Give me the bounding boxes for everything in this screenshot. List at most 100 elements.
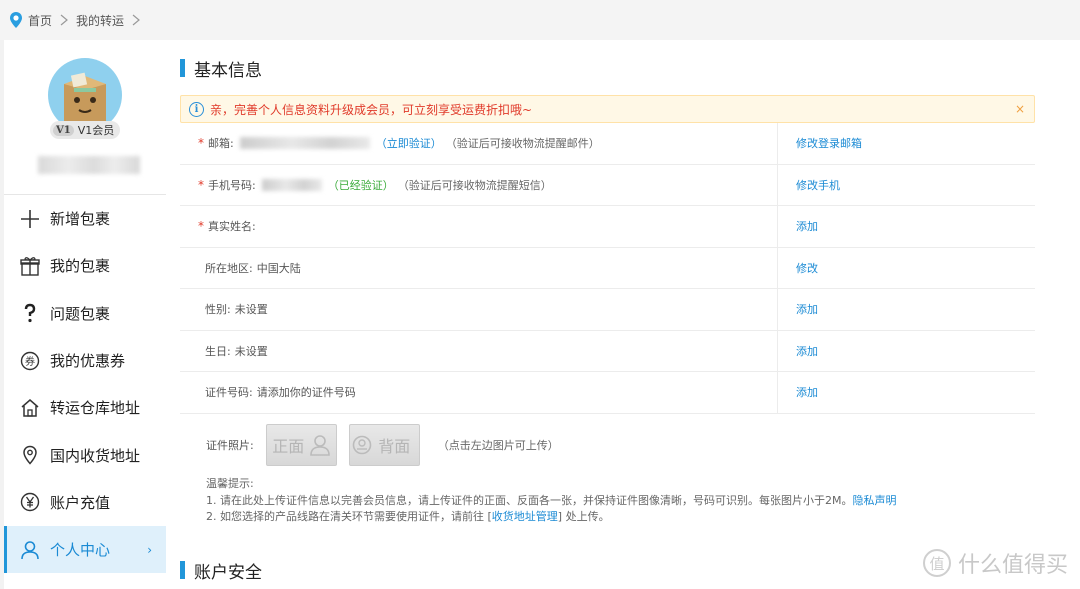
section-title-text: 账户安全 xyxy=(194,562,262,583)
edit-email-link[interactable]: 修改登录邮箱 xyxy=(778,135,862,151)
upgrade-notice: i 亲，完善个人信息资料升级成会员，可立刻享受运费折扣哦~ × xyxy=(180,95,1035,123)
info-row-gender: 性别: 未设置 添加 xyxy=(180,289,1035,331)
sidebar-item-label: 我的优惠券 xyxy=(50,352,126,371)
sidebar-item-label: 转运仓库地址 xyxy=(50,399,141,418)
chevron-right-icon: › xyxy=(147,543,152,558)
svg-text:券: 券 xyxy=(25,355,35,368)
sidebar-item-coupons[interactable]: 券 我的优惠券 xyxy=(4,337,166,384)
sidebar-item-my-packages[interactable]: 我的包裹 xyxy=(4,242,166,289)
required-mark: * xyxy=(198,136,204,151)
sidebar-item-label: 账户充值 xyxy=(50,493,111,512)
section-title-account-security: 账户安全 xyxy=(180,560,262,583)
section-title-basic-info: 基本信息 xyxy=(180,58,262,81)
email-redacted xyxy=(239,137,370,150)
close-icon[interactable]: × xyxy=(1015,102,1025,116)
verify-now-link[interactable]: （立即验证） xyxy=(376,135,442,151)
field-hint: （验证后可接收物流提醒邮件） xyxy=(445,137,600,151)
field-value: 中国大陆 xyxy=(256,261,301,275)
emblem-icon xyxy=(352,435,372,455)
watermark: 值 什么值得买 xyxy=(922,547,1068,579)
add-real-name-link[interactable]: 添加 xyxy=(778,218,818,234)
chevron-right-icon xyxy=(132,14,140,26)
user-silhouette-icon xyxy=(310,435,331,456)
tips-title: 温馨提示: xyxy=(206,477,254,490)
field-label: 所在地区: xyxy=(205,261,253,275)
field-label: 证件号码: xyxy=(205,386,253,400)
id-back-label: 背面 xyxy=(378,437,411,456)
section-title-text: 基本信息 xyxy=(194,60,262,81)
sidebar-item-label: 国内收货地址 xyxy=(50,446,141,465)
info-row-phone: * 手机号码: （已经验证） （验证后可接收物流提醒短信） 修改手机 xyxy=(180,164,1035,206)
field-label: 手机号码: xyxy=(208,178,256,192)
breadcrumb: 首页 我的转运 xyxy=(0,0,1080,40)
field-label: 真实姓名: xyxy=(208,220,256,234)
username-redacted xyxy=(38,156,140,174)
edit-region-link[interactable]: 修改 xyxy=(778,260,818,276)
section-accent-bar xyxy=(180,59,185,77)
svg-text:值: 值 xyxy=(929,555,944,573)
level-icon: V1 xyxy=(53,124,74,136)
location-pin-icon xyxy=(20,445,40,465)
phone-redacted xyxy=(261,178,322,191)
tips-block: 温馨提示: 1. 请在此处上传证件信息以完善会员信息，请上传证件的正面、反面各一… xyxy=(206,476,896,526)
breadcrumb-current[interactable]: 我的转运 xyxy=(76,12,124,29)
tips-line-2: 2. 如您选择的产品线路在清关环节需要使用证件，请前往 [收货地址管理] 处上传… xyxy=(206,509,896,526)
field-value: 请添加你的证件号码 xyxy=(256,386,356,400)
profile-card: V1 V1会员 xyxy=(4,40,166,195)
add-birthday-link[interactable]: 添加 xyxy=(778,343,818,359)
info-row-real-name: * 真实姓名: 添加 xyxy=(180,206,1035,248)
sidebar-item-warehouse-address[interactable]: 转运仓库地址 xyxy=(4,384,166,431)
info-row-region: 所在地区: 中国大陆 修改 xyxy=(180,247,1035,289)
tips-line-1-text: 1. 请在此处上传证件信息以完善会员信息，请上传证件的正面、反面各一张，并保持证… xyxy=(206,493,853,507)
id-back-upload[interactable]: 背面 xyxy=(348,424,420,466)
plus-icon xyxy=(20,209,40,229)
info-row-birthday: 生日: 未设置 添加 xyxy=(180,330,1035,372)
notice-text: 亲，完善个人信息资料升级成会员，可立刻享受运费折扣哦~ xyxy=(210,102,533,117)
sidebar-item-label: 新增包裹 xyxy=(50,210,111,229)
watermark-text: 什么值得买 xyxy=(957,553,1068,578)
info-icon: i xyxy=(189,101,204,117)
sidebar-item-add-package[interactable]: 新增包裹 xyxy=(4,195,166,242)
privacy-statement-link[interactable]: 隐私声明 xyxy=(852,494,896,507)
add-gender-link[interactable]: 添加 xyxy=(778,301,818,317)
watermark-logo-icon: 值 xyxy=(922,549,951,577)
required-mark: * xyxy=(198,177,204,192)
chevron-right-icon xyxy=(60,14,68,26)
required-mark: * xyxy=(198,219,204,234)
user-icon xyxy=(20,540,40,560)
gift-box-icon xyxy=(20,256,40,276)
field-value: 未设置 xyxy=(234,344,268,358)
main-panel: 基本信息 i 亲，完善个人信息资料升级成会员，可立刻享受运费折扣哦~ × * 邮… xyxy=(166,40,1080,589)
sidebar-item-domestic-address[interactable]: 国内收货地址 xyxy=(4,431,166,478)
breadcrumb-home[interactable]: 首页 xyxy=(28,12,52,29)
yen-icon xyxy=(20,492,40,512)
sidebar-item-recharge[interactable]: 账户充值 xyxy=(4,479,166,526)
field-label: 性别: xyxy=(205,303,231,317)
address-management-link[interactable]: 收货地址管理 xyxy=(492,510,558,523)
id-front-label: 正面 xyxy=(272,437,305,456)
level-text: V1会员 xyxy=(77,124,115,137)
sidebar: V1 V1会员 新增包裹 我的包裹 问题包裹 券 我的优惠券 转运仓库地址 国内… xyxy=(4,40,166,589)
sidebar-item-label: 个人中心 xyxy=(50,541,111,560)
field-label: 邮箱: xyxy=(208,137,234,151)
add-id-number-link[interactable]: 添加 xyxy=(778,384,818,400)
tips-line-2-text: 2. 如您选择的产品线路在清关环节需要使用证件，请前往 [ xyxy=(206,510,492,523)
question-icon xyxy=(20,303,40,323)
field-value: 未设置 xyxy=(234,303,268,317)
tips-line-2-suffix: ] 处上传。 xyxy=(557,510,610,523)
info-row-id-number: 证件号码: 请添加你的证件号码 添加 xyxy=(180,372,1035,414)
section-accent-bar xyxy=(180,561,185,579)
upload-hint: （点击左边图片可上传） xyxy=(437,439,559,452)
edit-phone-link[interactable]: 修改手机 xyxy=(778,177,840,193)
id-photo-row: 证件照片: 正面 背面 （点击左边图片可上传） xyxy=(206,424,559,466)
coupon-icon: 券 xyxy=(20,351,40,371)
tips-line-1: 1. 请在此处上传证件信息以完善会员信息，请上传证件的正面、反面各一张，并保持证… xyxy=(206,493,896,510)
sidebar-item-personal-center[interactable]: 个人中心 › xyxy=(4,526,166,574)
warehouse-icon xyxy=(20,398,40,418)
id-front-upload[interactable]: 正面 xyxy=(265,424,337,466)
sidebar-item-problem-packages[interactable]: 问题包裹 xyxy=(4,290,166,337)
member-level-badge: V1 V1会员 xyxy=(50,121,121,139)
field-label: 生日: xyxy=(205,344,231,358)
sidebar-item-label: 问题包裹 xyxy=(50,304,111,323)
info-row-email: * 邮箱: （立即验证） （验证后可接收物流提醒邮件） 修改登录邮箱 xyxy=(180,123,1035,165)
